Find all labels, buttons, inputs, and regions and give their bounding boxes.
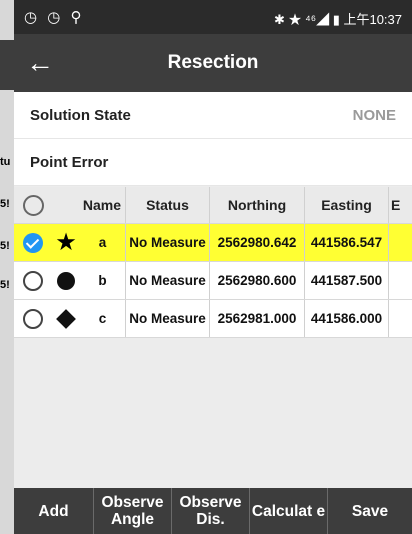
point-symbol-cell bbox=[52, 300, 80, 337]
point-northing: 2562980.642 bbox=[210, 224, 305, 261]
resection-screen: ◷ ◷ ⚲ ✱ ★ ⁴⁶◢ ▮ 上午10:37 ← Resection Solu… bbox=[14, 0, 412, 534]
point-name: c bbox=[80, 300, 126, 337]
point-easting: 441587.500 bbox=[305, 262, 389, 299]
status-indicators: ✱ ★ ⁴⁶◢ ▮ 上午10:37 bbox=[274, 12, 402, 27]
point-easting: 441586.000 bbox=[305, 300, 389, 337]
point-northing: 2562980.600 bbox=[210, 262, 305, 299]
solution-state-row: Solution State NONE bbox=[14, 92, 412, 139]
filled-circle-icon bbox=[57, 271, 75, 290]
bottom-toolbar: Add Observe Angle Observe Dis. Calculat … bbox=[14, 488, 412, 534]
row-select-cell[interactable] bbox=[14, 262, 52, 299]
table-row[interactable]: b No Measure 2562980.600 441587.500 bbox=[14, 262, 412, 300]
point-symbol-cell: ★ bbox=[52, 224, 80, 261]
table-header: Name Status Northing Easting E bbox=[14, 187, 412, 224]
observe-angle-button[interactable]: Observe Angle bbox=[94, 488, 172, 534]
column-header-elevation[interactable]: E bbox=[389, 187, 412, 223]
background-text: 5! bbox=[0, 198, 10, 210]
solution-state-value: NONE bbox=[352, 107, 396, 124]
point-status: No Measure bbox=[126, 262, 210, 299]
point-status: No Measure bbox=[126, 224, 210, 261]
background-screen: tu 5! 5! 5! bbox=[0, 0, 14, 534]
status-bar: ◷ ◷ ⚲ ✱ ★ ⁴⁶◢ ▮ 上午10:37 bbox=[14, 0, 412, 34]
background-titlebar bbox=[0, 40, 14, 90]
checked-radio-icon[interactable] bbox=[23, 232, 43, 253]
column-header-status[interactable]: Status bbox=[126, 187, 210, 223]
solution-state-label: Solution State bbox=[30, 107, 131, 124]
points-table: Name Status Northing Easting E ★ a No Me… bbox=[14, 187, 412, 338]
point-name: a bbox=[80, 224, 126, 261]
point-easting: 441586.547 bbox=[305, 224, 389, 261]
point-status: No Measure bbox=[126, 300, 210, 337]
point-name: b bbox=[80, 262, 126, 299]
select-all-radio-icon[interactable] bbox=[22, 194, 44, 216]
save-button[interactable]: Save bbox=[328, 488, 412, 534]
select-all-cell[interactable] bbox=[14, 187, 52, 223]
background-text: tu bbox=[0, 156, 11, 168]
column-header-northing[interactable]: Northing bbox=[210, 187, 305, 223]
column-header-easting[interactable]: Easting bbox=[305, 187, 389, 223]
observe-distance-button[interactable]: Observe Dis. bbox=[172, 488, 250, 534]
point-northing: 2562981.000 bbox=[210, 300, 305, 337]
row-select-cell[interactable] bbox=[14, 224, 52, 261]
add-button[interactable]: Add bbox=[14, 488, 94, 534]
point-error-label: Point Error bbox=[30, 154, 109, 171]
background-text: 5! bbox=[0, 279, 10, 291]
unchecked-radio-icon[interactable] bbox=[23, 308, 43, 329]
point-elevation bbox=[389, 300, 412, 337]
title-bar: ← Resection bbox=[14, 34, 412, 92]
diamond-icon bbox=[56, 308, 76, 329]
unchecked-radio-icon[interactable] bbox=[23, 270, 43, 291]
point-elevation bbox=[389, 224, 412, 261]
page-title: Resection bbox=[167, 52, 259, 73]
star-icon: ★ bbox=[56, 231, 76, 254]
symbol-header bbox=[52, 187, 80, 223]
column-header-name[interactable]: Name bbox=[80, 187, 126, 223]
table-row[interactable]: c No Measure 2562981.000 441586.000 bbox=[14, 300, 412, 338]
notification-icons: ◷ ◷ ⚲ bbox=[24, 9, 85, 26]
point-symbol-cell bbox=[52, 262, 80, 299]
point-error-row: Point Error bbox=[14, 139, 412, 186]
calculate-button[interactable]: Calculat e bbox=[250, 488, 328, 534]
table-row[interactable]: ★ a No Measure 2562980.642 441586.547 bbox=[14, 224, 412, 262]
background-text: 5! bbox=[0, 240, 10, 252]
point-elevation bbox=[389, 262, 412, 299]
row-select-cell[interactable] bbox=[14, 300, 52, 337]
